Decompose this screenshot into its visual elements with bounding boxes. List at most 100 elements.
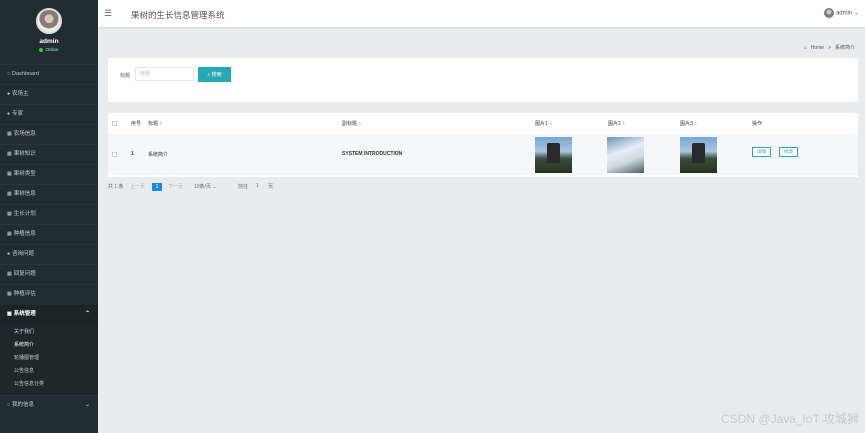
pagination-next[interactable]: 下一页 [168, 183, 183, 190]
table-header: 序号 标题⇕ 副标题⇕ 图片1⇕ 图片2⇕ 图片3⇕ 操作 [108, 113, 858, 135]
row-subtitle: SYSTEM INTRODUCTION [342, 151, 403, 157]
profile-status: Online [0, 47, 98, 52]
sort-icon: ⇕ [159, 121, 163, 126]
sidebar-item-label: Dashboard [12, 71, 39, 77]
sidebar-item-system[interactable]: ▦ 系统管理 ⌃ [0, 304, 98, 324]
chevron-down-icon: ⌄ [853, 10, 859, 17]
grid-icon: ▦ [7, 311, 12, 317]
breadcrumb: ⌂ Home > 系统简介 [802, 44, 857, 51]
search-button-label: 搜索 [211, 72, 222, 78]
column-header-actions: 操作 [752, 121, 763, 127]
search-icon: ⌕ [207, 72, 211, 78]
grid-icon: ▦ [7, 271, 12, 277]
column-header-image1[interactable]: 图片1⇕ [535, 120, 553, 127]
page-size-value: 10条/页 [194, 184, 211, 190]
detail-button[interactable]: 详情 [752, 147, 771, 157]
column-header-label: 图片2 [608, 121, 621, 127]
bullet-icon: ● [7, 91, 11, 97]
column-header-label: 标题 [148, 121, 159, 127]
circle-icon: ○ [7, 71, 11, 77]
sidebar-item-label: 果树类型 [13, 171, 36, 177]
sidebar-item-assessment[interactable]: ▦ 种植评估 [0, 284, 98, 304]
sidebar-item-consult[interactable]: ● 咨询问题 [0, 244, 98, 264]
grid-icon: ▦ [7, 131, 12, 137]
chevron-up-icon: ⌃ [84, 311, 90, 317]
sidebar-item-tree-info[interactable]: ▦ 果树信息 [0, 184, 98, 204]
sidebar: admin Online ○ Dashboard ● 农场主 ● 专家 ▦ 农场信息 ▦… [0, 0, 98, 433]
page-size-select[interactable]: 10条/页 ⌄ [194, 183, 217, 190]
grid-icon: ▦ [7, 231, 12, 237]
row-image2[interactable] [607, 137, 644, 173]
column-header-image2[interactable]: 图片2⇕ [608, 120, 626, 127]
menu-toggle-icon[interactable]: ☰ [104, 9, 112, 18]
system-submenu: 关于我们 系统简介 轮播图管理 公告信息 公告信息分类 [0, 324, 98, 395]
sidebar-item-label: 种植评估 [13, 291, 36, 297]
submenu-item-intro[interactable]: 系统简介 [0, 339, 98, 352]
column-header-title[interactable]: 标题⇕ [148, 120, 163, 127]
status-label: Online [45, 47, 59, 52]
pagination-total: 共 1 条 [108, 184, 124, 190]
pavilion-shape [547, 143, 560, 163]
sidebar-item-reply[interactable]: ▦ 回复问题 [0, 264, 98, 284]
sidebar-item-label: 种植信息 [13, 231, 36, 237]
sidebar-item-label: 农场主 [12, 91, 29, 97]
search-button[interactable]: ⌕ 搜索 [198, 67, 231, 82]
breadcrumb-separator: > [828, 45, 831, 51]
grid-icon: ▦ [7, 171, 12, 177]
app-title: 果树的生长信息管理系统 [131, 10, 225, 20]
profile-name: admin [39, 38, 59, 45]
row-title: 系统简介 [148, 152, 169, 158]
sidebar-item-label: 系统管理 [13, 311, 36, 317]
search-panel: 标题 ⌕ 搜索 [108, 58, 858, 102]
search-input[interactable] [135, 67, 194, 81]
pagination-goto-input[interactable]: 1 [256, 183, 259, 189]
pagination-current-page[interactable]: 1 [152, 183, 162, 191]
sidebar-item-tree-knowledge[interactable]: ▦ 果树知识 [0, 144, 98, 164]
online-dot-icon [39, 47, 44, 52]
submenu-item-carousel[interactable]: 轮播图管理 [0, 352, 98, 365]
sidebar-item-planting-info[interactable]: ▦ 种植信息 [0, 224, 98, 244]
watermark: CSDN @Java_IoT 攻城狮 [721, 412, 859, 426]
sort-icon: ⇕ [358, 121, 362, 126]
column-header-index: 序号 [131, 121, 142, 127]
sidebar-item-farm-info[interactable]: ▦ 农场信息 [0, 124, 98, 144]
breadcrumb-home[interactable]: Home [811, 45, 824, 51]
home-icon: ⌂ [803, 45, 807, 51]
select-all-checkbox[interactable] [112, 121, 117, 126]
user-menu[interactable]: admin ⌄ [823, 8, 859, 18]
submenu-item-about[interactable]: 关于我们 [0, 326, 98, 339]
column-header-label: 副标题 [342, 121, 358, 127]
submenu-item-notice-category[interactable]: 公告信息分类 [0, 378, 98, 391]
chevron-down-icon: ⌄ [212, 184, 217, 190]
table-row: 1 系统简介 SYSTEM INTRODUCTION 详情 修改 [108, 134, 858, 175]
edit-button[interactable]: 修改 [779, 147, 798, 157]
sidebar-item-label: 回复问题 [13, 271, 36, 277]
circle-icon: ○ [7, 402, 11, 408]
avatar[interactable] [36, 8, 62, 34]
bullet-icon: ● [7, 111, 11, 117]
sidebar-item-label: 农场信息 [13, 131, 36, 137]
sidebar-item-my-info[interactable]: ○ 我的信息 ⌄ [0, 395, 98, 415]
sidebar-item-expert[interactable]: ● 专家 [0, 104, 98, 124]
sidebar-item-farmer[interactable]: ● 农场主 [0, 84, 98, 104]
column-header-subtitle[interactable]: 副标题⇕ [342, 120, 362, 127]
column-header-image3[interactable]: 图片3⇕ [680, 120, 698, 127]
data-table: 序号 标题⇕ 副标题⇕ 图片1⇕ 图片2⇕ 图片3⇕ 操作 1 系统简介 SYS… [108, 113, 858, 177]
row-checkbox[interactable] [112, 152, 117, 157]
row-image3[interactable] [680, 137, 717, 173]
sidebar-item-dashboard[interactable]: ○ Dashboard [0, 64, 98, 84]
submenu-item-notice[interactable]: 公告信息 [0, 365, 98, 378]
breadcrumb-current: 系统简介 [834, 45, 855, 51]
pagination-page-unit: 页 [268, 184, 274, 190]
grid-icon: ▦ [7, 291, 12, 297]
sort-icon: ⇕ [693, 121, 698, 126]
sidebar-item-growth-plan[interactable]: ▦ 生长计划 [0, 204, 98, 224]
sidebar-item-tree-type[interactable]: ▦ 果树类型 [0, 164, 98, 184]
chevron-down-icon: ⌄ [84, 402, 90, 408]
pagination-prev[interactable]: 上一页 [130, 183, 145, 190]
pagination-goto-label: 前往 [238, 184, 249, 190]
column-header-label: 图片1 [535, 121, 548, 127]
column-header-label: 图片3 [680, 121, 693, 127]
sort-icon: ⇕ [621, 121, 626, 126]
row-image1[interactable] [535, 137, 572, 173]
